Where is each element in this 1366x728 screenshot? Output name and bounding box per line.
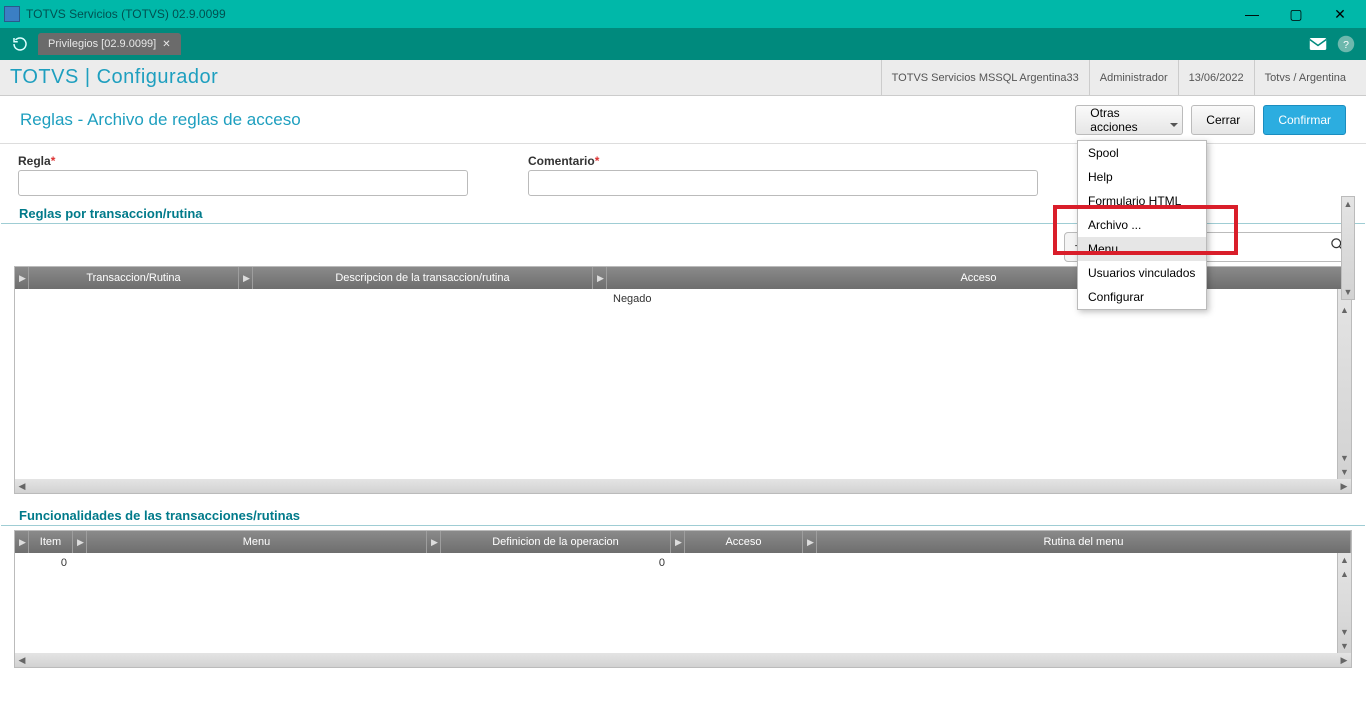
dropdown-item-spool[interactable]: Spool bbox=[1078, 141, 1206, 165]
table2-vscroll[interactable]: ▲▲▼▼ bbox=[1337, 553, 1351, 653]
window-title: TOTVS Servicios (TOTVS) 02.9.0099 bbox=[26, 7, 1230, 21]
table-row[interactable]: 0 0 bbox=[15, 553, 1351, 573]
dropdown-item-configurar[interactable]: Configurar bbox=[1078, 285, 1206, 309]
section-header: Reglas - Archivo de reglas de acceso Otr… bbox=[0, 96, 1366, 144]
close-button-label: Cerrar bbox=[1206, 113, 1240, 127]
tab-close-icon[interactable]: ✕ bbox=[162, 39, 170, 50]
table2-header: ▶ Item ▶ Menu ▶ Definicion de la operaci… bbox=[15, 531, 1351, 553]
col-item[interactable]: Item bbox=[29, 531, 73, 553]
mail-icon[interactable] bbox=[1304, 30, 1332, 58]
close-window-button[interactable]: ✕ bbox=[1318, 0, 1362, 28]
help-icon[interactable]: ? bbox=[1332, 30, 1360, 58]
subtitle-funcionalidades: Funcionalidades de las transacciones/rut… bbox=[1, 502, 1365, 526]
header-date: 13/06/2022 bbox=[1178, 60, 1254, 95]
close-button[interactable]: Cerrar bbox=[1191, 105, 1255, 135]
comentario-input[interactable] bbox=[528, 170, 1038, 196]
col-menu[interactable]: Menu bbox=[87, 531, 427, 553]
table1-hscroll[interactable]: ◀▶ bbox=[15, 479, 1351, 493]
header-user: Administrador bbox=[1089, 60, 1178, 95]
home-button[interactable] bbox=[6, 30, 34, 58]
other-actions-button[interactable]: Otras acciones bbox=[1075, 105, 1183, 135]
other-actions-dropdown: Spool Help Formulario HTML Archivo ... M… bbox=[1077, 140, 1207, 310]
window-titlebar: TOTVS Servicios (TOTVS) 02.9.0099 — ▢ ✕ bbox=[0, 0, 1366, 28]
dropdown-item-formulario-html[interactable]: Formulario HTML bbox=[1078, 189, 1206, 213]
app-icon bbox=[4, 6, 20, 22]
col-rutina[interactable]: Rutina del menu bbox=[817, 531, 1351, 553]
regla-label: Regla* bbox=[18, 154, 468, 168]
other-actions-label: Otras acciones bbox=[1090, 106, 1168, 134]
col-descripcion[interactable]: Descripcion de la transaccion/rutina bbox=[253, 267, 593, 289]
maximize-button[interactable]: ▢ bbox=[1274, 0, 1318, 28]
dropdown-item-menu[interactable]: Menu bbox=[1078, 237, 1206, 261]
col-acceso[interactable]: Acceso bbox=[607, 267, 1351, 289]
minimize-button[interactable]: — bbox=[1230, 0, 1274, 28]
app-logo-text: TOTVS | Configurador bbox=[10, 66, 218, 89]
section-title: Reglas - Archivo de reglas de acceso bbox=[20, 110, 301, 130]
header-bar: TOTVS | Configurador TOTVS Servicios MSS… bbox=[0, 60, 1366, 96]
table1-vscroll[interactable]: ▲▲▼▼ bbox=[1337, 289, 1351, 479]
svg-text:?: ? bbox=[1343, 39, 1349, 51]
tab-bar: Privilegios [02.9.0099] ✕ ? bbox=[0, 28, 1366, 60]
regla-input[interactable] bbox=[18, 170, 468, 196]
dropdown-item-archivo[interactable]: Archivo ... bbox=[1078, 213, 1206, 237]
table2-hscroll[interactable]: ◀▶ bbox=[15, 653, 1351, 667]
form-vscroll[interactable]: ▲▼ bbox=[1341, 196, 1355, 300]
confirm-button-label: Confirmar bbox=[1278, 113, 1331, 127]
tab-privilegios[interactable]: Privilegios [02.9.0099] ✕ bbox=[38, 33, 181, 55]
tab-label: Privilegios [02.9.0099] bbox=[48, 38, 156, 50]
col-acceso2[interactable]: Acceso bbox=[685, 531, 803, 553]
dropdown-item-help[interactable]: Help bbox=[1078, 165, 1206, 189]
col-transaccion[interactable]: Transaccion/Rutina bbox=[29, 267, 239, 289]
refresh-icon bbox=[11, 35, 29, 53]
col-definicion[interactable]: Definicion de la operacion bbox=[441, 531, 671, 553]
confirm-button[interactable]: Confirmar bbox=[1263, 105, 1346, 135]
header-branch: Totvs / Argentina bbox=[1254, 60, 1356, 95]
dropdown-item-usuarios-vinculados[interactable]: Usuarios vinculados bbox=[1078, 261, 1206, 285]
comentario-label: Comentario* bbox=[528, 154, 1038, 168]
table-funcionalidades: ▶ Item ▶ Menu ▶ Definicion de la operaci… bbox=[14, 530, 1352, 668]
header-environment: TOTVS Servicios MSSQL Argentina33 bbox=[881, 60, 1089, 95]
